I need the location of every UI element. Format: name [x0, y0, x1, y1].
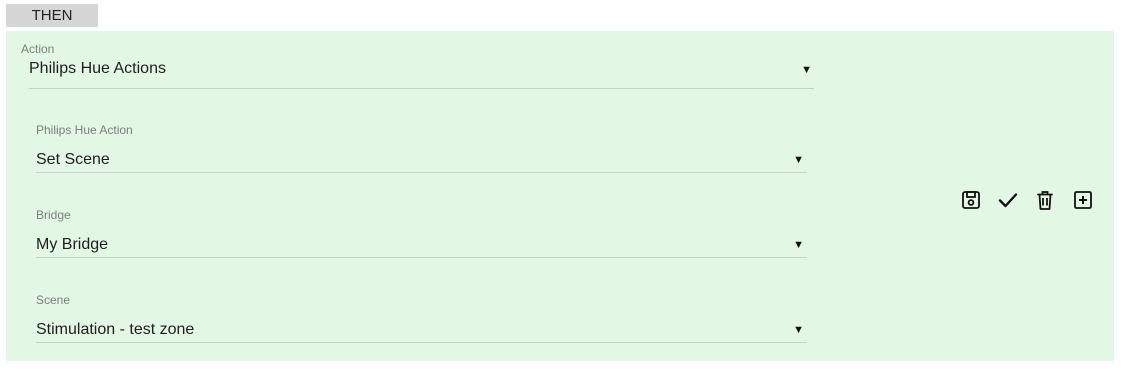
trash-icon — [1037, 191, 1053, 210]
delete-button[interactable] — [1033, 188, 1057, 212]
action-panel: Action Philips Hue Actions ▼ Philips Hue… — [6, 31, 1114, 361]
bridge-value: My Bridge — [36, 236, 109, 253]
scene-label: Scene — [36, 293, 71, 307]
philips-hue-action-value: Set Scene — [36, 151, 110, 168]
action-value: Philips Hue Actions — [29, 60, 166, 77]
confirm-button[interactable] — [996, 188, 1020, 212]
dropdown-arrow-icon: ▼ — [793, 239, 804, 251]
then-section-tag: THEN — [6, 4, 98, 27]
philips-hue-action-select[interactable]: Philips Hue Action Set Scene ▼ — [36, 115, 807, 173]
bridge-select[interactable]: Bridge My Bridge ▼ — [36, 200, 807, 258]
scene-select[interactable]: Scene Stimulation - test zone ▼ — [36, 285, 807, 343]
philips-hue-action-label: Philips Hue Action — [36, 123, 133, 137]
bridge-label: Bridge — [36, 208, 71, 222]
save-icon — [962, 191, 980, 209]
dropdown-arrow-icon: ▼ — [801, 64, 812, 76]
save-button[interactable] — [959, 188, 983, 212]
scene-value: Stimulation - test zone — [36, 321, 195, 338]
action-select[interactable]: Action Philips Hue Actions ▼ — [21, 40, 814, 89]
dropdown-arrow-icon: ▼ — [793, 154, 804, 166]
add-box-icon — [1074, 191, 1092, 209]
dropdown-arrow-icon: ▼ — [793, 324, 804, 336]
check-icon — [998, 193, 1018, 208]
add-button[interactable] — [1071, 188, 1095, 212]
action-label: Action — [21, 42, 55, 56]
